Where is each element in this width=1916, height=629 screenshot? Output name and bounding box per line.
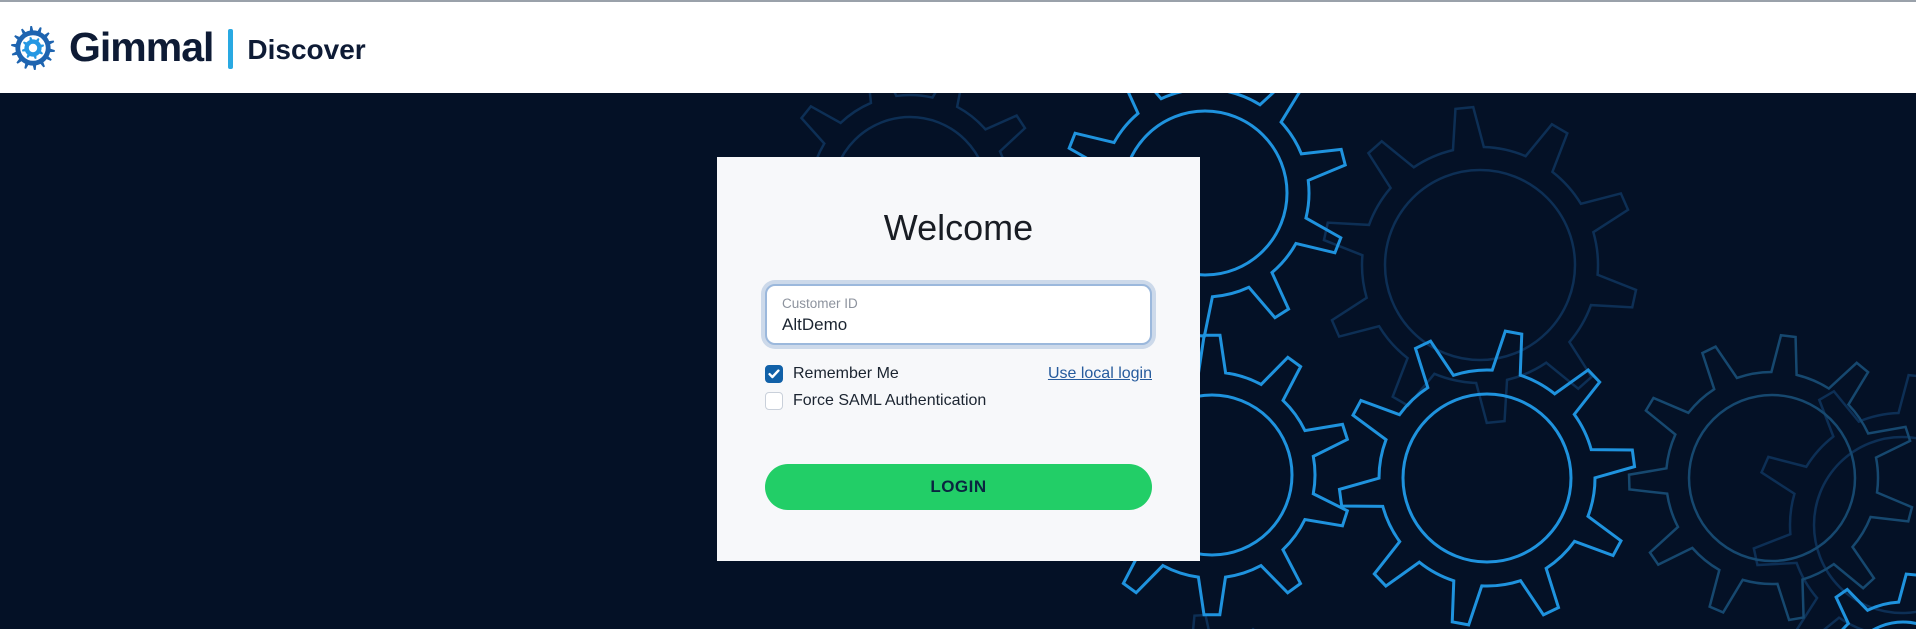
force-saml-row: Force SAML Authentication: [765, 390, 1152, 412]
customer-id-label: Customer ID: [782, 295, 1135, 312]
force-saml-checkbox[interactable]: [765, 392, 783, 410]
app-header: Gimmal Discover: [0, 0, 1916, 93]
product-name: Discover: [247, 34, 365, 66]
customer-id-field[interactable]: Customer ID: [765, 284, 1152, 345]
use-local-login-link[interactable]: Use local login: [1048, 365, 1152, 383]
remember-me-label: Remember Me: [793, 363, 899, 385]
force-saml-label: Force SAML Authentication: [793, 390, 986, 412]
brand-name: Gimmal: [69, 24, 213, 71]
remember-me-checkbox[interactable]: [765, 365, 783, 383]
login-card: Welcome Customer ID Remember Me Use loca…: [717, 157, 1200, 561]
hero-background: Welcome Customer ID Remember Me Use loca…: [0, 93, 1916, 629]
remember-me-row: Remember Me Use local login: [765, 363, 1152, 385]
login-button[interactable]: LOGIN: [765, 464, 1152, 510]
welcome-heading: Welcome: [765, 157, 1152, 249]
remember-me-group: Remember Me: [765, 363, 899, 385]
customer-id-input[interactable]: [782, 315, 1135, 335]
brand-divider: [228, 29, 233, 69]
gimmal-gear-logo-icon: [10, 25, 56, 71]
check-icon: [768, 369, 780, 379]
force-saml-group: Force SAML Authentication: [765, 390, 986, 412]
